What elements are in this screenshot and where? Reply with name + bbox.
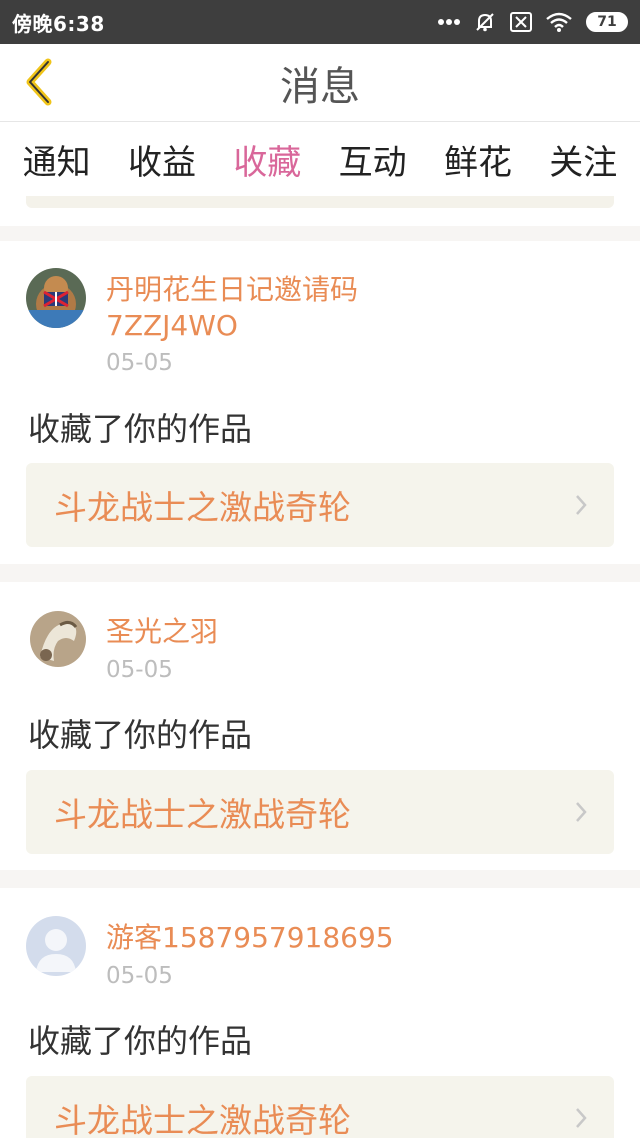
tab-flowers[interactable]: 鲜花: [442, 135, 514, 184]
message-card: 圣光之羽 05-05 收藏了你的作品 斗龙战士之激战奇轮: [0, 582, 640, 870]
more-dots-icon: [438, 19, 460, 25]
user-name[interactable]: 丹明花生日记邀请码7ZZJ4WO: [106, 272, 486, 344]
message-date: 05-05: [106, 657, 173, 683]
status-time: 傍晚6:38: [12, 11, 105, 36]
status-icons: 71: [438, 11, 628, 33]
tab-interactions[interactable]: 互动: [337, 135, 409, 184]
action-text: 收藏了你的作品: [28, 716, 253, 754]
work-link[interactable]: 斗龙战士之激战奇轮: [26, 770, 614, 854]
tab-favorites[interactable]: 收藏: [231, 135, 303, 184]
avatar[interactable]: [30, 611, 86, 667]
back-button[interactable]: [14, 58, 62, 106]
user-name[interactable]: 游客1587957918695: [106, 920, 486, 956]
chevron-left-icon: [26, 58, 52, 106]
tab-notifications[interactable]: 通知: [21, 135, 93, 184]
chevron-right-icon: [576, 495, 587, 515]
chevron-right-icon: [576, 802, 587, 822]
message-card: 丹明花生日记邀请码7ZZJ4WO 05-05 收藏了你的作品 斗龙战士之激战奇轮: [0, 241, 640, 564]
previous-card-remnant: [0, 196, 640, 226]
chevron-right-icon: [576, 1108, 587, 1128]
mute-bell-icon: [474, 11, 496, 33]
action-text: 收藏了你的作品: [28, 410, 253, 448]
status-bar: 傍晚6:38 71: [0, 0, 640, 44]
avatar[interactable]: [26, 268, 86, 328]
page-title: 消息: [280, 63, 360, 110]
tab-earnings[interactable]: 收益: [126, 135, 198, 184]
work-title: 斗龙战士之激战奇轮: [54, 488, 351, 527]
work-link[interactable]: 斗龙战士之激战奇轮: [26, 1076, 614, 1138]
no-sim-icon: [510, 12, 532, 32]
work-title: 斗龙战士之激战奇轮: [54, 1101, 351, 1138]
nav-bar: 消息: [0, 44, 640, 122]
tab-bar: 通知 收益 收藏 互动 鲜花 关注: [0, 122, 640, 196]
message-card: 游客1587957918695 05-05 收藏了你的作品 斗龙战士之激战奇轮: [0, 888, 640, 1138]
work-title: 斗龙战士之激战奇轮: [54, 795, 351, 834]
wifi-icon: [546, 12, 572, 32]
user-name[interactable]: 圣光之羽: [106, 614, 486, 650]
message-date: 05-05: [106, 963, 173, 989]
avatar[interactable]: [26, 916, 86, 976]
tab-following[interactable]: 关注: [547, 135, 619, 184]
action-text: 收藏了你的作品: [28, 1022, 253, 1060]
message-date: 05-05: [106, 350, 173, 376]
work-link[interactable]: 斗龙战士之激战奇轮: [26, 463, 614, 547]
battery-level: 71: [597, 14, 617, 30]
battery-icon: 71: [586, 12, 628, 32]
